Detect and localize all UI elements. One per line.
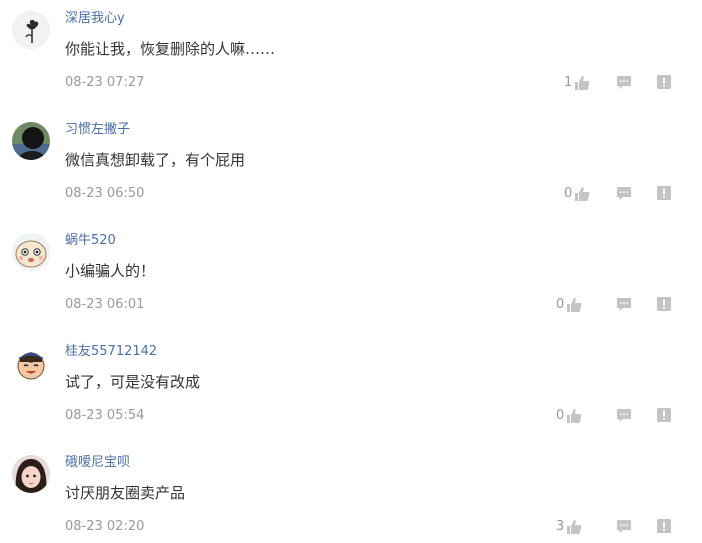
comment-text: 讨厌朋友圈卖产品 [65, 484, 186, 502]
report-icon[interactable] [656, 185, 672, 201]
silhouette-avatar-icon[interactable] [12, 122, 50, 160]
comment-item: 硪嗳尼宝呗 讨厌朋友圈卖产品 08-23 02:20 3 [0, 444, 702, 543]
like-count: 1 [564, 75, 573, 90]
reply-icon[interactable] [616, 185, 632, 201]
like-button[interactable]: 0 [556, 295, 582, 315]
cartoon-graduate-avatar-icon[interactable] [12, 344, 50, 382]
comment-username[interactable]: 桂友55712142 [65, 343, 157, 361]
like-button[interactable]: 3 [556, 517, 582, 537]
comment-text: 你能让我，恢复删除的人嘛…… [65, 40, 276, 58]
comment-timestamp: 08-23 06:50 [65, 186, 145, 201]
comment-timestamp: 08-23 05:54 [65, 408, 145, 423]
like-count: 0 [556, 297, 565, 312]
comment-text: 试了，可是没有改成 [65, 373, 201, 391]
reply-icon[interactable] [616, 296, 632, 312]
reply-icon[interactable] [616, 518, 632, 534]
comment-username[interactable]: 蜗牛520 [65, 232, 116, 250]
thumbs-up-icon [566, 519, 582, 535]
like-count: 0 [556, 408, 565, 423]
like-button[interactable]: 0 [556, 406, 582, 426]
girl-photo-avatar-icon[interactable] [12, 455, 50, 493]
report-icon[interactable] [656, 407, 672, 423]
comment-timestamp: 08-23 07:27 [65, 75, 145, 90]
thumbs-up-icon [574, 186, 590, 202]
report-icon[interactable] [656, 296, 672, 312]
thumbs-up-icon [574, 75, 590, 91]
like-button[interactable]: 0 [564, 184, 590, 204]
report-icon[interactable] [656, 74, 672, 90]
report-icon[interactable] [656, 518, 672, 534]
cartoon-avatar-icon[interactable] [12, 233, 50, 271]
comment-username[interactable]: 深居我心y [65, 10, 125, 28]
comment-timestamp: 08-23 06:01 [65, 297, 145, 312]
thumbs-up-icon [566, 297, 582, 313]
comment-item: 深居我心y 你能让我，恢复删除的人嘛…… 08-23 07:27 1 [0, 0, 702, 111]
comment-item: 桂友55712142 试了，可是没有改成 08-23 05:54 0 [0, 333, 702, 444]
comment-item: 蜗牛520 小编骗人的！ 08-23 06:01 0 [0, 222, 702, 333]
reply-icon[interactable] [616, 407, 632, 423]
comment-item: 习惯左撇子 微信真想卸载了，有个屁用 08-23 06:50 0 [0, 111, 702, 222]
comment-text: 小编骗人的！ [65, 262, 156, 280]
comment-username[interactable]: 习惯左撇子 [65, 121, 130, 139]
like-count: 0 [564, 186, 573, 201]
like-button[interactable]: 1 [564, 73, 590, 93]
reply-icon[interactable] [616, 74, 632, 90]
rose-avatar-icon[interactable] [12, 11, 50, 49]
comment-timestamp: 08-23 02:20 [65, 519, 145, 534]
comment-username[interactable]: 硪嗳尼宝呗 [65, 454, 130, 472]
comment-text: 微信真想卸载了，有个屁用 [65, 151, 246, 169]
thumbs-up-icon [566, 408, 582, 424]
like-count: 3 [556, 519, 565, 534]
